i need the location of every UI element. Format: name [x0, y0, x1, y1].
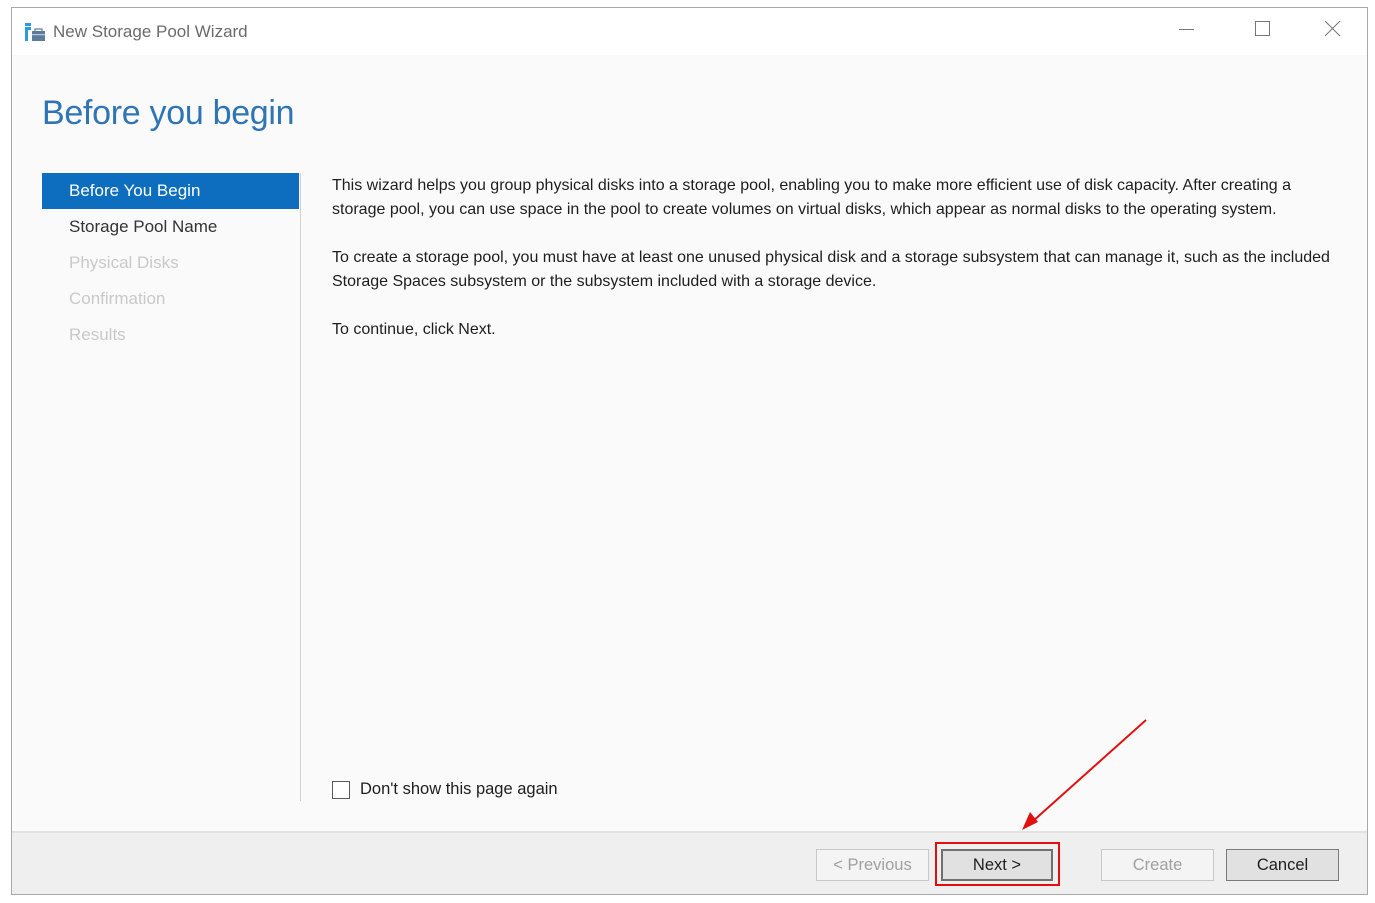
next-button[interactable]: Next >: [941, 849, 1053, 881]
page-title: Before you begin: [42, 94, 294, 133]
close-icon: [1325, 21, 1341, 42]
nav-item-physical-disks: Physical Disks: [42, 245, 299, 281]
minimize-button[interactable]: [1152, 8, 1222, 55]
wizard-footer: < Previous Next > Create Cancel: [12, 831, 1367, 894]
wizard-steps-nav: Before You Begin Storage Pool Name Physi…: [42, 173, 299, 353]
description-paragraph: This wizard helps you group physical dis…: [332, 174, 1347, 222]
description-paragraph: To continue, click Next.: [332, 318, 1347, 342]
previous-button[interactable]: < Previous: [816, 849, 929, 881]
cancel-button[interactable]: Cancel: [1226, 849, 1339, 881]
dont-show-again-option[interactable]: Don't show this page again: [332, 780, 558, 799]
nav-item-storage-pool-name[interactable]: Storage Pool Name: [42, 209, 299, 245]
create-button[interactable]: Create: [1101, 849, 1214, 881]
window-title: New Storage Pool Wizard: [53, 22, 248, 42]
title-bar[interactable]: New Storage Pool Wizard: [12, 8, 1367, 55]
dont-show-again-label: Don't show this page again: [360, 780, 558, 799]
nav-item-confirmation: Confirmation: [42, 281, 299, 317]
close-button[interactable]: [1298, 8, 1368, 55]
minimize-icon: [1179, 21, 1195, 42]
description-paragraph: To create a storage pool, you must have …: [332, 246, 1347, 294]
wizard-window: New Storage Pool Wizard Before you begin…: [11, 7, 1368, 895]
nav-item-before-you-begin[interactable]: Before You Begin: [42, 173, 299, 209]
dont-show-again-checkbox[interactable]: [332, 781, 350, 799]
nav-item-results: Results: [42, 317, 299, 353]
maximize-icon: [1255, 21, 1271, 42]
maximize-button[interactable]: [1228, 8, 1298, 55]
description-content: This wizard helps you group physical dis…: [332, 174, 1347, 366]
storage-pool-wizard-icon: [25, 23, 45, 41]
nav-divider: [300, 173, 301, 801]
